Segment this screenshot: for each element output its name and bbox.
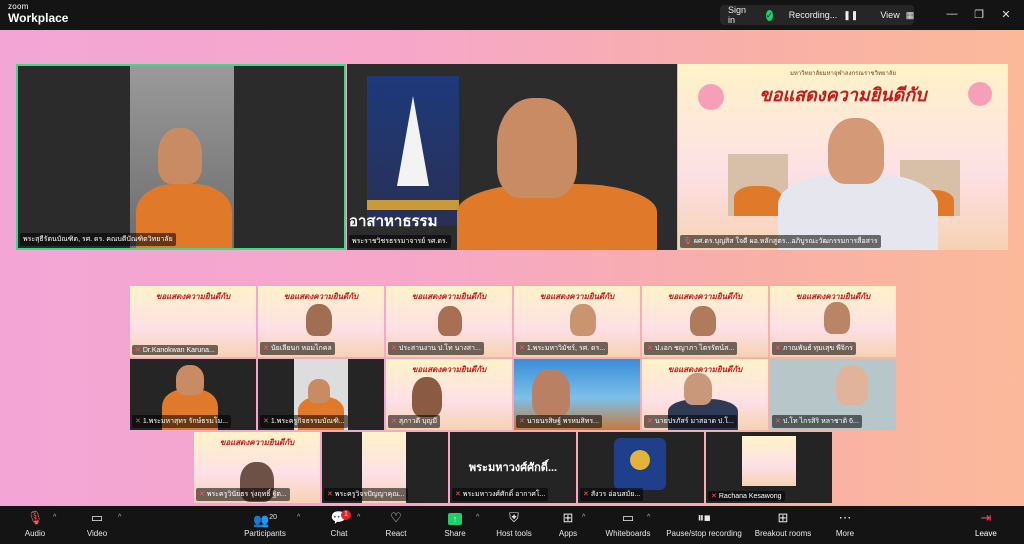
host-tools-button[interactable]: ⛨ Host tools <box>494 510 534 538</box>
video-button[interactable]: ▭ Video <box>82 510 112 538</box>
apps-icon: ⊞ <box>562 510 574 525</box>
participant-face <box>497 98 577 198</box>
chat-button[interactable]: 💬 1 Chat <box>326 510 352 538</box>
grid-tile[interactable]: ✕ 1.พระมหาสุทร รักษ์ธรมโม... <box>130 359 256 430</box>
participant-name-label: พระสุธีรัตนบัณฑิต, รศ. ดร. คณบดีบัณฑิตวิ… <box>20 233 176 246</box>
participant-display-name: พระมหาวงศ์ศักดิ์... <box>468 462 558 474</box>
breakout-rooms-button[interactable]: ⊞ Breakout rooms <box>752 510 814 538</box>
grid-view-icon[interactable]: ▦ <box>906 10 915 21</box>
recording-status: Recording... <box>788 10 838 20</box>
grid-tile[interactable]: ✕ สังวร อ่อนสมัย... <box>578 432 704 503</box>
video-tile-speaker-2[interactable]: อาสาหาธรรม พระราชวิชรธรรมาจารย์ รศ.ดร. <box>347 64 677 250</box>
meeting-toolbar: 🎙 Audio ^ ▭ Video ^ 👥20 Participants ^ 💬 1 Ch… <box>0 506 1024 544</box>
audio-options-caret-icon[interactable]: ^ <box>53 514 56 521</box>
apps-caret-icon[interactable]: ^ <box>582 514 585 521</box>
leave-door-icon: ⇥ <box>980 510 992 525</box>
grid-tile[interactable]: ✕ Rachana Kesawong <box>706 432 832 503</box>
shield-check-icon: ✓ <box>766 9 773 21</box>
breakout-rooms-icon: ⊞ <box>777 510 789 525</box>
share-caret-icon[interactable]: ^ <box>476 514 479 521</box>
whiteboards-caret-icon[interactable]: ^ <box>647 514 650 521</box>
shield-icon: ⛨ <box>509 510 519 525</box>
grid-tile[interactable]: ✕ พระครูวิจรปัญญาคุณ... <box>322 432 448 503</box>
top-control-group: Sign in ✓ Recording... ❚❚ View ▦ <box>720 5 914 25</box>
grid-tile[interactable]: ✕ 1.พระครูกิจธรรมบัณฑิ... <box>258 359 384 430</box>
view-button[interactable]: View <box>880 10 899 20</box>
video-stage: พระสุธีรัตนบัณฑิต, รศ. ดร. คณบดีบัณฑิตวิ… <box>0 30 1024 506</box>
participants-icon: 👥20 <box>253 512 277 528</box>
temple-spire <box>397 96 429 186</box>
grid-tile[interactable]: ✕ นายนรสิษฐ์ พรหมสิทร... <box>514 359 640 430</box>
participants-button[interactable]: 👥20 Participants <box>240 510 290 538</box>
poster-header: มหาวิทยาลัยมหาจุฬาลงกรณราชวิทยาลัย <box>789 71 897 77</box>
close-icon[interactable]: ✕ <box>999 8 1013 21</box>
restore-icon[interactable]: ❐ <box>972 8 986 21</box>
temple-poster <box>367 76 459 226</box>
video-camera-icon: ▭ <box>90 510 104 525</box>
participant-name-label: 🎙 ผศ.ดร.บุญสิส ใจดี ผอ.หลักสูตร...อภิบูรณ… <box>680 235 881 248</box>
grid-tile[interactable]: ขอแสดงความยินดีกับ ✕ พระครูวินัยธร รุ่งฤทธ… <box>194 432 320 503</box>
video-tile-speaker-3[interactable]: มหาวิทยาลัยมหาจุฬาลงกรณราชวิทยาลัย ขอแสด… <box>678 64 1008 250</box>
emblem-icon <box>630 450 650 470</box>
minimize-icon[interactable]: — <box>945 8 959 20</box>
grid-tile[interactable]: ขอแสดงความยินดีกับ ✕ ภาณพันธ์ ทุมเสุข พีจิ… <box>770 286 896 357</box>
pause-stop-recording-button[interactable]: ⏸⏹ Pause/stop recording <box>664 510 744 538</box>
grid-tile[interactable]: ขอแสดงความยินดีกับ ✕ 1.พระมหาวิมัชร์, รศ. … <box>514 286 640 357</box>
grid-tile[interactable]: ขอแสดงความยินดีกับ ✕ ป.เอก ชญาภา ไตรรัตน์ส… <box>642 286 768 357</box>
banner-text: อาสาหาธรรม <box>349 213 438 230</box>
title-bar: zoom Workplace Sign in ✓ Recording... ❚❚… <box>0 0 1024 30</box>
grid-tile[interactable]: ขอแสดงความยินดีกับ ✕ Dr.Kanokwan Karuna... <box>130 286 256 357</box>
more-icon: ⋯ <box>838 510 852 525</box>
sign-in-link[interactable]: Sign in <box>728 5 746 25</box>
chat-icon: 💬 1 <box>326 510 352 526</box>
brand-small: zoom <box>8 2 29 11</box>
zoom-logo: zoom Workplace <box>8 2 69 25</box>
share-screen-icon: ↑ <box>440 510 470 526</box>
grid-tile[interactable]: ขอแสดงความยินดีกับ ✕ สุภาวดี บุญมี <box>386 359 512 430</box>
mic-muted-icon: 🎙 <box>683 238 692 245</box>
share-button[interactable]: ↑ Share <box>440 510 470 538</box>
leave-button[interactable]: ⇥ Leave <box>975 510 997 538</box>
participant-face <box>828 118 884 184</box>
audio-button[interactable]: 🎙 Audio <box>20 510 50 538</box>
video-tile-speaker-1[interactable]: พระสุธีรัตนบัณฑิต, รศ. ดร. คณบดีบัณฑิตวิ… <box>16 64 346 250</box>
participant-face <box>158 128 202 184</box>
avatar <box>614 438 666 490</box>
grid-tile[interactable]: ✕ ป.โท ไกรสิริ หลาชาติ 6... <box>770 359 896 430</box>
video-options-caret-icon[interactable]: ^ <box>118 514 121 521</box>
participant-name-label: พระราชวิชรธรรมาจารย์ รศ.ดร. <box>349 235 451 248</box>
grid-tile-no-video[interactable]: พระมหาวงศ์ศักดิ์... ✕ พระมหาวงศ์ศักดิ์ อาก… <box>450 432 576 503</box>
brand-large: Workplace <box>8 11 69 25</box>
more-button[interactable]: ⋯ More <box>832 510 858 538</box>
pause-recording-icon[interactable]: ❚❚ <box>843 10 858 21</box>
heart-icon: ♡ <box>390 510 402 525</box>
mic-muted-icon: 🎙 <box>26 510 44 525</box>
grid-tile[interactable]: ขอแสดงความยินดีกับ ✕ ประสานงาน ป.โท นางสา.… <box>386 286 512 357</box>
participants-caret-icon[interactable]: ^ <box>297 514 300 521</box>
react-button[interactable]: ♡ React <box>382 510 410 538</box>
apps-button[interactable]: ⊞ Apps <box>554 510 582 538</box>
grid-tile[interactable]: ขอแสดงความยินดีกับ ✕ นัยเลียนก หอมไกคล <box>258 286 384 357</box>
poster-title: ขอแสดงความยินดีกับ <box>759 85 927 105</box>
grid-tile[interactable]: ขอแสดงความยินดีกับ ✕ นายปรภัสร์ มาสอาด ป.โ… <box>642 359 768 430</box>
pause-stop-icon: ⏸⏹ <box>697 510 711 525</box>
chat-badge: 1 <box>341 510 351 520</box>
chat-caret-icon[interactable]: ^ <box>357 514 360 521</box>
